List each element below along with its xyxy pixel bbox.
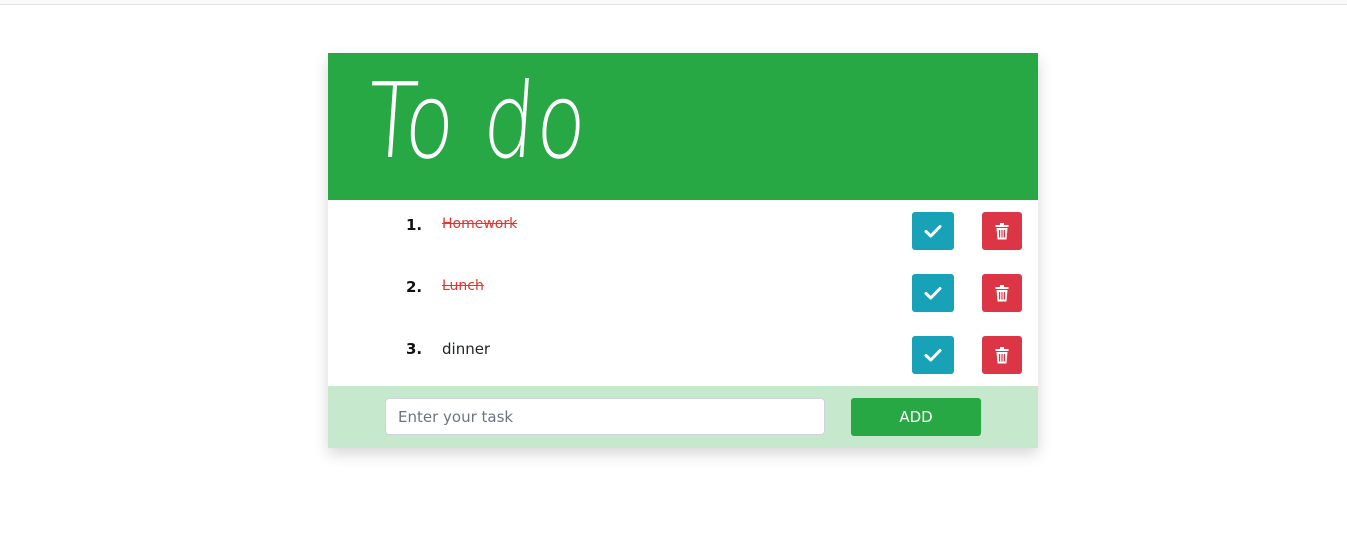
- complete-task-button[interactable]: [912, 274, 954, 312]
- browser-top-edge: [0, 0, 1347, 5]
- delete-task-button[interactable]: [982, 274, 1022, 312]
- trash-icon: [995, 346, 1009, 363]
- check-icon: [924, 225, 942, 238]
- task-item: 2. Lunch: [328, 262, 1038, 324]
- add-button[interactable]: ADD: [851, 398, 981, 436]
- complete-task-button[interactable]: [912, 212, 954, 250]
- task-item: 3. dinner: [328, 324, 1038, 386]
- complete-task-button[interactable]: [912, 336, 954, 374]
- task-text: Homework: [442, 216, 518, 232]
- check-icon: [924, 287, 942, 300]
- add-task-bar: ADD: [328, 386, 1038, 448]
- todo-card: To do 1. Homework 2. Lunch 3. dinner Ent…: [328, 53, 1038, 448]
- app-title: To do: [363, 60, 593, 182]
- task-input[interactable]: [385, 398, 825, 435]
- task-number: 1.: [406, 216, 423, 234]
- task-text: Lunch: [442, 278, 484, 294]
- task-number: 2.: [406, 278, 423, 296]
- task-number: 3.: [406, 340, 423, 358]
- task-list: 1. Homework 2. Lunch 3. dinner: [328, 200, 1038, 386]
- delete-task-button[interactable]: [982, 336, 1022, 374]
- trash-icon: [995, 284, 1009, 301]
- task-text: dinner: [442, 340, 491, 358]
- check-icon: [924, 349, 942, 362]
- trash-icon: [995, 222, 1009, 239]
- task-item: 1. Homework: [328, 200, 1038, 262]
- todo-header: To do: [328, 53, 1038, 200]
- delete-task-button[interactable]: [982, 212, 1022, 250]
